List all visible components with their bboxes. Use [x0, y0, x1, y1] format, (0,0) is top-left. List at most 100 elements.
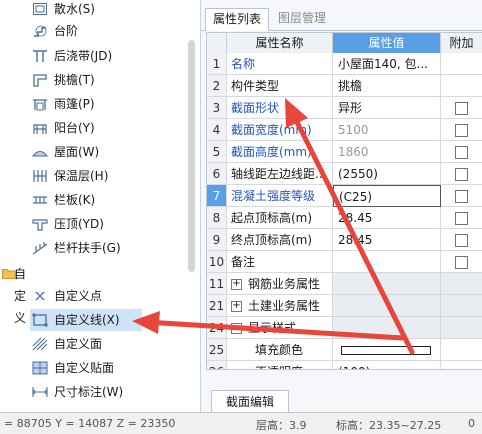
tree-item-label: 后浇带(JD): [54, 49, 113, 63]
add-cell: [441, 339, 482, 361]
table-row[interactable]: 10 备注: [207, 251, 482, 273]
group-name: + 钢筋业务属性: [227, 273, 333, 295]
tree-item-railing[interactable]: 栏杆扶手(G): [32, 237, 182, 259]
header-add: 附加: [441, 33, 482, 53]
row-number: 6: [207, 163, 227, 185]
tree-item-parapet[interactable]: 栏板(K): [32, 189, 182, 211]
table-row-group[interactable]: 24 − 显示样式: [207, 317, 482, 339]
group-name: − 显示样式: [227, 317, 333, 339]
add-checkbox[interactable]: [455, 102, 468, 115]
property-value[interactable]: 异形: [333, 97, 441, 119]
add-cell: [441, 163, 482, 185]
expand-icon[interactable]: +: [231, 279, 242, 290]
tree-item-label: 自定义点: [54, 289, 103, 303]
tree-folder-label: 自定义: [14, 267, 27, 325]
tree-item-roof[interactable]: 屋面(W): [32, 141, 182, 163]
add-checkbox[interactable]: [455, 234, 468, 247]
property-value[interactable]: 28.45: [333, 229, 441, 251]
tree-item-steps[interactable]: 台阶: [32, 20, 182, 42]
status-extra: 0: [468, 417, 475, 430]
add-cell: [441, 295, 482, 317]
tree-item-custom-line[interactable]: 自定义线(X): [30, 309, 142, 331]
property-value[interactable]: 1860: [333, 141, 441, 163]
collapse-icon[interactable]: −: [231, 323, 242, 334]
tree-item-label: 台阶: [54, 24, 79, 38]
add-cell: [441, 361, 482, 369]
table-row-group[interactable]: 11 + 钢筋业务属性: [207, 273, 482, 295]
property-value[interactable]: 小屋面140, 包...: [333, 53, 441, 75]
table-row[interactable]: 25 填充颜色: [207, 339, 482, 361]
tree-item-apron[interactable]: 散水(S): [32, 0, 182, 20]
tree-item-label: 栏板(K): [54, 193, 96, 207]
property-value[interactable]: 28.45: [333, 207, 441, 229]
table-row[interactable]: 2 构件类型 挑檐: [207, 75, 482, 97]
property-value[interactable]: (2550): [333, 163, 441, 185]
tree-item-insulation[interactable]: 保温层(H): [32, 165, 182, 187]
status-elevation: 标高：23.35~27.25: [336, 419, 442, 432]
property-name: 混凝土强度等级: [227, 185, 333, 207]
tree-item-custom-facing[interactable]: 自定义贴面: [32, 357, 182, 379]
row-number: 1: [207, 53, 227, 75]
steps-icon: [34, 25, 47, 37]
row-number: 11: [207, 273, 227, 295]
component-tree: 散水(S) 台阶 后浇带(JD) 挑檐(T) 雨篷(P) 阳台(Y) 屋面(W)…: [0, 0, 201, 412]
tab-properties[interactable]: 属性列表: [205, 8, 269, 31]
table-row-selected[interactable]: 7 混凝土强度等级 (C25): [207, 185, 482, 207]
table-row[interactable]: 26 不透明度 (100): [207, 361, 482, 369]
property-name: 截面形状: [227, 97, 333, 119]
header-name: 属性名称: [227, 33, 333, 53]
property-name: 起点顶标高(m): [227, 207, 333, 229]
expand-icon[interactable]: +: [231, 301, 242, 312]
tree-item-balcony[interactable]: 阳台(Y): [32, 117, 182, 139]
tree-item-coping[interactable]: 压顶(YD): [32, 213, 182, 235]
property-value[interactable]: 5100: [333, 119, 441, 141]
property-name: 构件类型: [227, 75, 333, 97]
add-checkbox[interactable]: [455, 146, 468, 159]
row-number: 4: [207, 119, 227, 141]
group-label: 显示样式: [248, 321, 297, 335]
tree-item-label: 自定义线(X): [54, 313, 120, 327]
tree-item-post-cast-strip[interactable]: 后浇带(JD): [32, 45, 182, 67]
header-index: [207, 33, 227, 53]
custom-area-icon: [32, 337, 48, 351]
tree-item-cornice[interactable]: 挑檐(T): [32, 69, 182, 91]
property-value[interactable]: [333, 251, 441, 273]
row-number: 3: [207, 97, 227, 119]
table-row[interactable]: 6 轴线距左边线距... (2550): [207, 163, 482, 185]
add-checkbox[interactable]: [455, 212, 468, 225]
tree-item-label: 雨篷(P): [54, 97, 95, 111]
add-checkbox[interactable]: [455, 124, 468, 137]
tab-layers[interactable]: 图层管理: [271, 8, 333, 29]
color-swatch[interactable]: [341, 346, 431, 355]
add-checkbox[interactable]: [455, 190, 468, 203]
roof-icon: [32, 150, 48, 157]
property-value[interactable]: (100): [333, 361, 441, 369]
tree-item-custom-area[interactable]: 自定义面: [32, 333, 182, 355]
property-name: 截面高度(mm): [227, 141, 333, 163]
property-name: 填充颜色: [227, 339, 333, 361]
parapet-icon: [33, 196, 47, 204]
table-row-group[interactable]: 21 + 土建业务属性: [207, 295, 482, 317]
table-row[interactable]: 8 起点顶标高(m) 28.45: [207, 207, 482, 229]
fill-color-value[interactable]: [333, 339, 441, 361]
status-bar: = 88705 Y = 14087 Z = 23350 层高：3.9 标高：23…: [0, 412, 482, 434]
table-row[interactable]: 3 截面形状 异形: [207, 97, 482, 119]
tree-item-dimension[interactable]: 尺寸标注(W): [32, 381, 182, 403]
tree-item-custom-point[interactable]: 自定义点: [32, 285, 182, 307]
table-row[interactable]: 5 截面高度(mm) 1860: [207, 141, 482, 163]
add-checkbox[interactable]: [455, 256, 468, 269]
tree-item-canopy[interactable]: 雨篷(P): [32, 93, 182, 115]
property-value: [333, 273, 441, 295]
tree-scrollbar[interactable]: [188, 40, 195, 272]
table-row[interactable]: 9 终点顶标高(m) 28.45: [207, 229, 482, 251]
property-value[interactable]: (C25): [333, 185, 441, 207]
section-edit-button[interactable]: 截面编辑: [211, 390, 289, 414]
table-row[interactable]: 1 名称 小屋面140, 包...: [207, 53, 482, 75]
add-cell: [441, 97, 482, 119]
properties-panel: 属性列表 图层管理 属性名称 属性值 附加 1 名称 小屋面140, 包... …: [201, 0, 482, 414]
add-cell: [441, 75, 482, 97]
add-checkbox[interactable]: [455, 168, 468, 181]
property-name: 截面宽度(mm): [227, 119, 333, 141]
property-value[interactable]: 挑檐: [333, 75, 441, 97]
table-row[interactable]: 4 截面宽度(mm) 5100: [207, 119, 482, 141]
